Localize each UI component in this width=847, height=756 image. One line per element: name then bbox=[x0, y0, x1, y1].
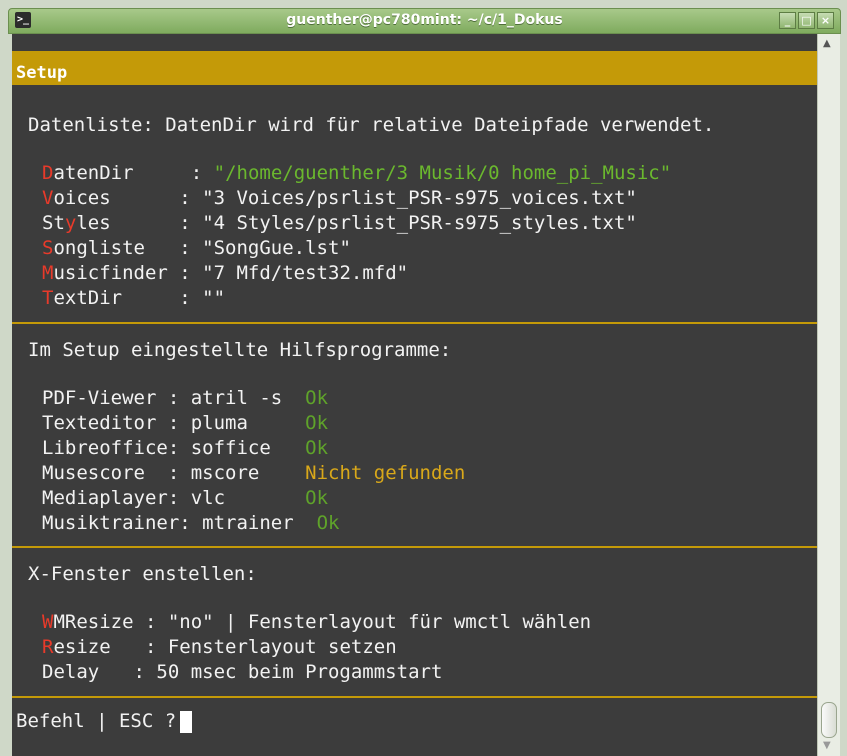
divider bbox=[12, 696, 817, 698]
text-cursor bbox=[180, 710, 193, 733]
divider bbox=[12, 546, 817, 548]
program-name: Musiktrainer bbox=[42, 512, 180, 534]
minimize-icon[interactable]: _ bbox=[779, 12, 796, 29]
vertical-scrollbar[interactable]: ▲ ▼ bbox=[817, 34, 840, 756]
program-row: Musiktrainer: mtrainer Ok bbox=[42, 512, 340, 534]
value: 50 msec beim Progammstart bbox=[156, 661, 443, 683]
program-name: PDF-Viewer bbox=[42, 387, 168, 409]
value: "no" | Fensterlayout für wmctl wählen bbox=[167, 611, 592, 633]
hotkey: M bbox=[42, 262, 54, 284]
hotkey: V bbox=[42, 187, 54, 209]
program-row: PDF-Viewer : atril -s Ok bbox=[42, 387, 329, 409]
close-icon[interactable]: × bbox=[817, 12, 834, 29]
setup-title: Setup bbox=[16, 63, 68, 83]
key-label-pre: St bbox=[42, 212, 65, 234]
row-musicfinder[interactable]: Musicfinder : "7 Mfd/test32.mfd" bbox=[42, 262, 408, 284]
row-delay[interactable]: Delay : 50 msec beim Progammstart bbox=[42, 661, 442, 683]
program-command: mtrainer bbox=[202, 512, 317, 534]
hotkey: T bbox=[42, 287, 54, 309]
path-value: "/home/guenther/3 Musik/0 home_pi_Music" bbox=[213, 162, 672, 184]
key-label: extDir bbox=[53, 287, 168, 309]
program-command: pluma bbox=[190, 412, 306, 434]
program-name: Mediaplayer bbox=[42, 487, 168, 509]
window-title: guenther@pc780mint: ~/c/1_Dokus bbox=[286, 12, 563, 28]
key-label: usicfinder bbox=[53, 262, 168, 284]
row-styles[interactable]: Styles : "4 Styles/psrlist_PSR-s975_styl… bbox=[42, 212, 637, 234]
value: "SongGue.lst" bbox=[202, 237, 351, 259]
value: Fensterlayout setzen bbox=[167, 636, 397, 658]
program-row: Texteditor : pluma Ok bbox=[42, 412, 329, 434]
value: "4 Styles/psrlist_PSR-s975_styles.txt" bbox=[202, 212, 637, 234]
status-ok: Ok bbox=[305, 437, 329, 459]
scroll-down-icon[interactable]: ▼ bbox=[823, 740, 831, 751]
hotkey: S bbox=[42, 237, 54, 259]
program-command: vlc bbox=[190, 487, 306, 509]
row-textdir[interactable]: TextDir : "" bbox=[42, 287, 225, 309]
hotkey: R bbox=[42, 636, 54, 658]
program-name: Musescore bbox=[42, 462, 168, 484]
key-label: atenDir bbox=[53, 162, 180, 184]
program-name: Texteditor bbox=[42, 412, 168, 434]
datenliste-heading: Datenliste: DatenDir wird für relative D… bbox=[28, 114, 715, 136]
row-resize[interactable]: Resize : Fensterlayout setzen bbox=[42, 636, 397, 658]
value: "7 Mfd/test32.mfd" bbox=[202, 262, 409, 284]
key-label: Delay bbox=[42, 661, 123, 683]
program-command: soffice bbox=[190, 437, 306, 459]
terminal-window: >_ guenther@pc780mint: ~/c/1_Dokus _ □ ×… bbox=[0, 0, 847, 756]
program-command: mscore bbox=[190, 462, 306, 484]
program-row: Libreoffice: soffice Ok bbox=[42, 437, 329, 459]
value: "" bbox=[202, 287, 226, 309]
x-fenster-heading: X-Fenster enstellen: bbox=[28, 563, 257, 585]
row-datendir[interactable]: DatenDir : "/home/guenther/3 Musik/0 hom… bbox=[42, 162, 671, 184]
hotkey: D bbox=[42, 162, 54, 184]
prompt-text: Befehl | ESC ? bbox=[16, 710, 177, 732]
row-songliste[interactable]: Songliste : "SongGue.lst" bbox=[42, 237, 351, 259]
status-ok: Ok bbox=[305, 387, 329, 409]
scroll-up-icon[interactable]: ▲ bbox=[823, 38, 831, 49]
key-label: MResize bbox=[53, 611, 134, 633]
hilfsprogramme-heading: Im Setup eingestellte Hilfsprogramme: bbox=[28, 339, 452, 361]
window-controls: _ □ × bbox=[779, 12, 834, 29]
key-label: ongliste bbox=[53, 237, 168, 259]
title-bar[interactable]: >_ guenther@pc780mint: ~/c/1_Dokus _ □ × bbox=[8, 8, 841, 34]
program-row: Mediaplayer: vlc Ok bbox=[42, 487, 329, 509]
key-label: oices bbox=[53, 187, 168, 209]
status-ok: Ok bbox=[305, 412, 329, 434]
hotkey: y bbox=[64, 212, 77, 234]
key-label: esize bbox=[53, 636, 134, 658]
setup-header: Setup bbox=[12, 51, 817, 85]
divider bbox=[12, 322, 817, 324]
program-command: atril -s bbox=[190, 387, 306, 409]
status-ok: Ok bbox=[305, 487, 329, 509]
scrollbar-thumb[interactable] bbox=[821, 702, 837, 738]
program-name: Libreoffice bbox=[42, 437, 168, 459]
key-label: les bbox=[76, 212, 168, 234]
terminal-content[interactable]: Setup Datenliste: DatenDir wird für rela… bbox=[12, 34, 817, 756]
program-row: Musescore : mscore Nicht gefunden bbox=[42, 462, 466, 484]
maximize-icon[interactable]: □ bbox=[798, 12, 815, 29]
status-not-found: Nicht gefunden bbox=[305, 462, 466, 484]
command-prompt[interactable]: Befehl | ESC ? bbox=[16, 710, 193, 733]
hotkey: W bbox=[42, 611, 54, 633]
row-voices[interactable]: Voices : "3 Voices/psrlist_PSR-s975_voic… bbox=[42, 187, 637, 209]
row-wmresize[interactable]: WMResize : "no" | Fensterlayout für wmct… bbox=[42, 611, 591, 633]
value: "3 Voices/psrlist_PSR-s975_voices.txt" bbox=[202, 187, 637, 209]
status-ok: Ok bbox=[316, 512, 340, 534]
